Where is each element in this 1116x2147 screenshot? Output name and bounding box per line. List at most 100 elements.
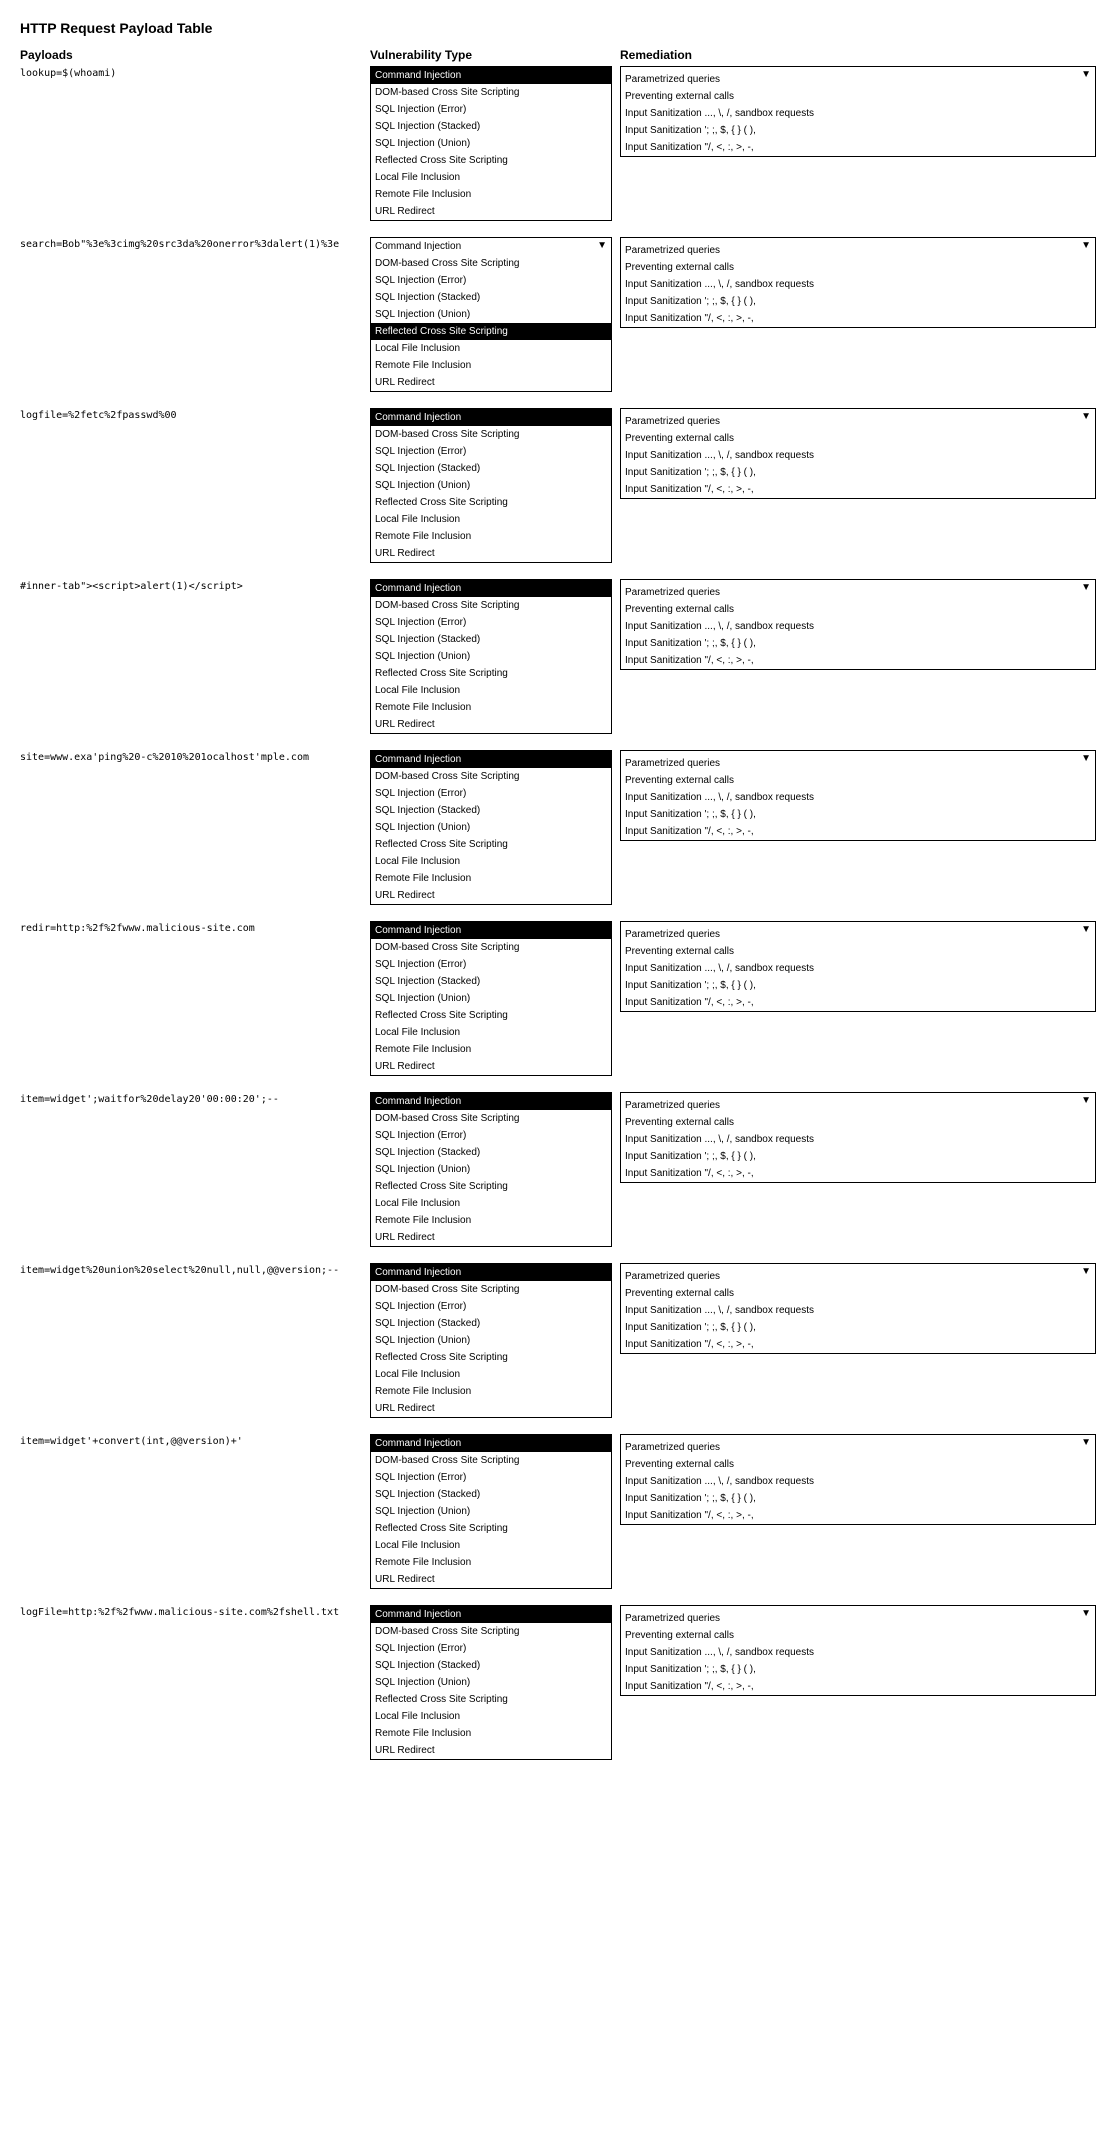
vuln-option[interactable]: Command Injection [371,67,611,84]
remediation-option[interactable]: Input Sanitization ..., \, /, sandbox re… [621,960,1095,977]
vuln-option[interactable]: Remote File Inclusion [371,1554,611,1571]
vuln-option[interactable]: SQL Injection (Error) [371,1127,611,1144]
vuln-option[interactable]: SQL Injection (Error) [371,101,611,118]
vuln-option[interactable]: Reflected Cross Site Scripting [371,836,611,853]
vuln-option[interactable]: SQL Injection (Error) [371,1469,611,1486]
vulnerability-dropdown[interactable]: ▼Command InjectionDOM-based Cross Site S… [370,1092,612,1247]
vuln-option[interactable]: Local File Inclusion [371,853,611,870]
vuln-option[interactable]: Reflected Cross Site Scripting [371,494,611,511]
vuln-option[interactable]: Command Injection [371,922,611,939]
remediation-dropdown[interactable]: ▼Parametrized queriesPreventing external… [620,237,1096,328]
vuln-option[interactable]: URL Redirect [371,374,611,391]
vuln-option[interactable]: SQL Injection (Union) [371,648,611,665]
vuln-option[interactable]: Remote File Inclusion [371,1725,611,1742]
vuln-option[interactable]: SQL Injection (Stacked) [371,1144,611,1161]
vuln-option[interactable]: SQL Injection (Stacked) [371,1657,611,1674]
vuln-option[interactable]: Remote File Inclusion [371,870,611,887]
vuln-option[interactable]: SQL Injection (Stacked) [371,1315,611,1332]
remediation-option[interactable]: Input Sanitization ..., \, /, sandbox re… [621,789,1095,806]
remediation-option[interactable]: Preventing external calls [621,259,1095,276]
remediation-option[interactable]: Input Sanitization '; ;, $, { } ( ), [621,122,1095,139]
vuln-option[interactable]: URL Redirect [371,1229,611,1246]
vuln-option[interactable]: URL Redirect [371,1400,611,1417]
vuln-option[interactable]: SQL Injection (Stacked) [371,802,611,819]
remediation-option[interactable]: Input Sanitization ..., \, /, sandbox re… [621,1644,1095,1661]
vuln-option[interactable]: Command Injection [371,1264,611,1281]
remediation-option[interactable]: Input Sanitization ..., \, /, sandbox re… [621,1473,1095,1490]
remediation-option[interactable]: Input Sanitization '; ;, $, { } ( ), [621,806,1095,823]
vuln-option[interactable]: DOM-based Cross Site Scripting [371,84,611,101]
vuln-option[interactable]: Local File Inclusion [371,682,611,699]
vuln-option[interactable]: Command Injection [371,1093,611,1110]
vuln-option[interactable]: Reflected Cross Site Scripting [371,665,611,682]
vuln-option[interactable]: SQL Injection (Stacked) [371,1486,611,1503]
vuln-option[interactable]: SQL Injection (Stacked) [371,460,611,477]
vulnerability-dropdown[interactable]: ▼Command InjectionDOM-based Cross Site S… [370,66,612,221]
remediation-option[interactable]: Preventing external calls [621,943,1095,960]
vuln-option[interactable]: Remote File Inclusion [371,1212,611,1229]
vuln-option[interactable]: SQL Injection (Error) [371,272,611,289]
vuln-option[interactable]: Remote File Inclusion [371,357,611,374]
vulnerability-dropdown[interactable]: ▼Command InjectionDOM-based Cross Site S… [370,750,612,905]
remediation-option[interactable]: Input Sanitization "/, <, :, >, -, [621,310,1095,327]
vuln-option[interactable]: DOM-based Cross Site Scripting [371,255,611,272]
vuln-option[interactable]: Reflected Cross Site Scripting [371,1691,611,1708]
remediation-option[interactable]: Parametrized queries [621,413,1095,430]
vuln-option[interactable]: Command Injection [371,1435,611,1452]
vuln-option[interactable]: URL Redirect [371,1058,611,1075]
vuln-option[interactable]: SQL Injection (Stacked) [371,289,611,306]
remediation-option[interactable]: Preventing external calls [621,430,1095,447]
vuln-option[interactable]: Reflected Cross Site Scripting [371,1007,611,1024]
vuln-option[interactable]: DOM-based Cross Site Scripting [371,768,611,785]
remediation-dropdown[interactable]: ▼Parametrized queriesPreventing external… [620,1092,1096,1183]
vuln-option[interactable]: Local File Inclusion [371,1195,611,1212]
remediation-option[interactable]: Input Sanitization "/, <, :, >, -, [621,994,1095,1011]
vuln-option[interactable]: Remote File Inclusion [371,1383,611,1400]
vuln-option[interactable]: Local File Inclusion [371,169,611,186]
vuln-option[interactable]: URL Redirect [371,1571,611,1588]
remediation-dropdown[interactable]: ▼Parametrized queriesPreventing external… [620,921,1096,1012]
remediation-option[interactable]: Input Sanitization "/, <, :, >, -, [621,1336,1095,1353]
remediation-option[interactable]: Input Sanitization ..., \, /, sandbox re… [621,276,1095,293]
vuln-option[interactable]: Command Injection [371,1606,611,1623]
vuln-option[interactable]: Local File Inclusion [371,1024,611,1041]
remediation-option[interactable]: Preventing external calls [621,1456,1095,1473]
vuln-option[interactable]: URL Redirect [371,203,611,220]
remediation-option[interactable]: Parametrized queries [621,1097,1095,1114]
remediation-option[interactable]: Parametrized queries [621,584,1095,601]
remediation-option[interactable]: Preventing external calls [621,1114,1095,1131]
remediation-option[interactable]: Input Sanitization '; ;, $, { } ( ), [621,1661,1095,1678]
vuln-option[interactable]: Reflected Cross Site Scripting [371,323,611,340]
remediation-option[interactable]: Preventing external calls [621,772,1095,789]
vuln-option[interactable]: Command Injection [371,409,611,426]
remediation-option[interactable]: Parametrized queries [621,926,1095,943]
vuln-option[interactable]: Local File Inclusion [371,340,611,357]
remediation-option[interactable]: Input Sanitization "/, <, :, >, -, [621,1507,1095,1524]
vulnerability-dropdown[interactable]: ▼Command InjectionDOM-based Cross Site S… [370,1263,612,1418]
vuln-option[interactable]: Local File Inclusion [371,1708,611,1725]
remediation-option[interactable]: Parametrized queries [621,1268,1095,1285]
remediation-option[interactable]: Input Sanitization '; ;, $, { } ( ), [621,977,1095,994]
vuln-option[interactable]: SQL Injection (Error) [371,785,611,802]
remediation-option[interactable]: Input Sanitization '; ;, $, { } ( ), [621,464,1095,481]
remediation-option[interactable]: Input Sanitization ..., \, /, sandbox re… [621,1131,1095,1148]
vuln-option[interactable]: Reflected Cross Site Scripting [371,1178,611,1195]
vuln-option[interactable]: Remote File Inclusion [371,186,611,203]
remediation-option[interactable]: Parametrized queries [621,242,1095,259]
remediation-option[interactable]: Preventing external calls [621,1285,1095,1302]
remediation-option[interactable]: Input Sanitization ..., \, /, sandbox re… [621,618,1095,635]
remediation-dropdown[interactable]: ▼Parametrized queriesPreventing external… [620,579,1096,670]
remediation-option[interactable]: Input Sanitization '; ;, $, { } ( ), [621,1319,1095,1336]
vuln-option[interactable]: Local File Inclusion [371,1366,611,1383]
remediation-option[interactable]: Parametrized queries [621,1610,1095,1627]
remediation-option[interactable]: Parametrized queries [621,71,1095,88]
remediation-option[interactable]: Parametrized queries [621,1439,1095,1456]
vuln-option[interactable]: Remote File Inclusion [371,1041,611,1058]
vuln-option[interactable]: DOM-based Cross Site Scripting [371,1452,611,1469]
vulnerability-dropdown[interactable]: ▼Command InjectionDOM-based Cross Site S… [370,921,612,1076]
vuln-option[interactable]: SQL Injection (Union) [371,1503,611,1520]
vuln-option[interactable]: URL Redirect [371,1742,611,1759]
vuln-option[interactable]: DOM-based Cross Site Scripting [371,597,611,614]
remediation-option[interactable]: Input Sanitization '; ;, $, { } ( ), [621,293,1095,310]
remediation-dropdown[interactable]: ▼Parametrized queriesPreventing external… [620,408,1096,499]
